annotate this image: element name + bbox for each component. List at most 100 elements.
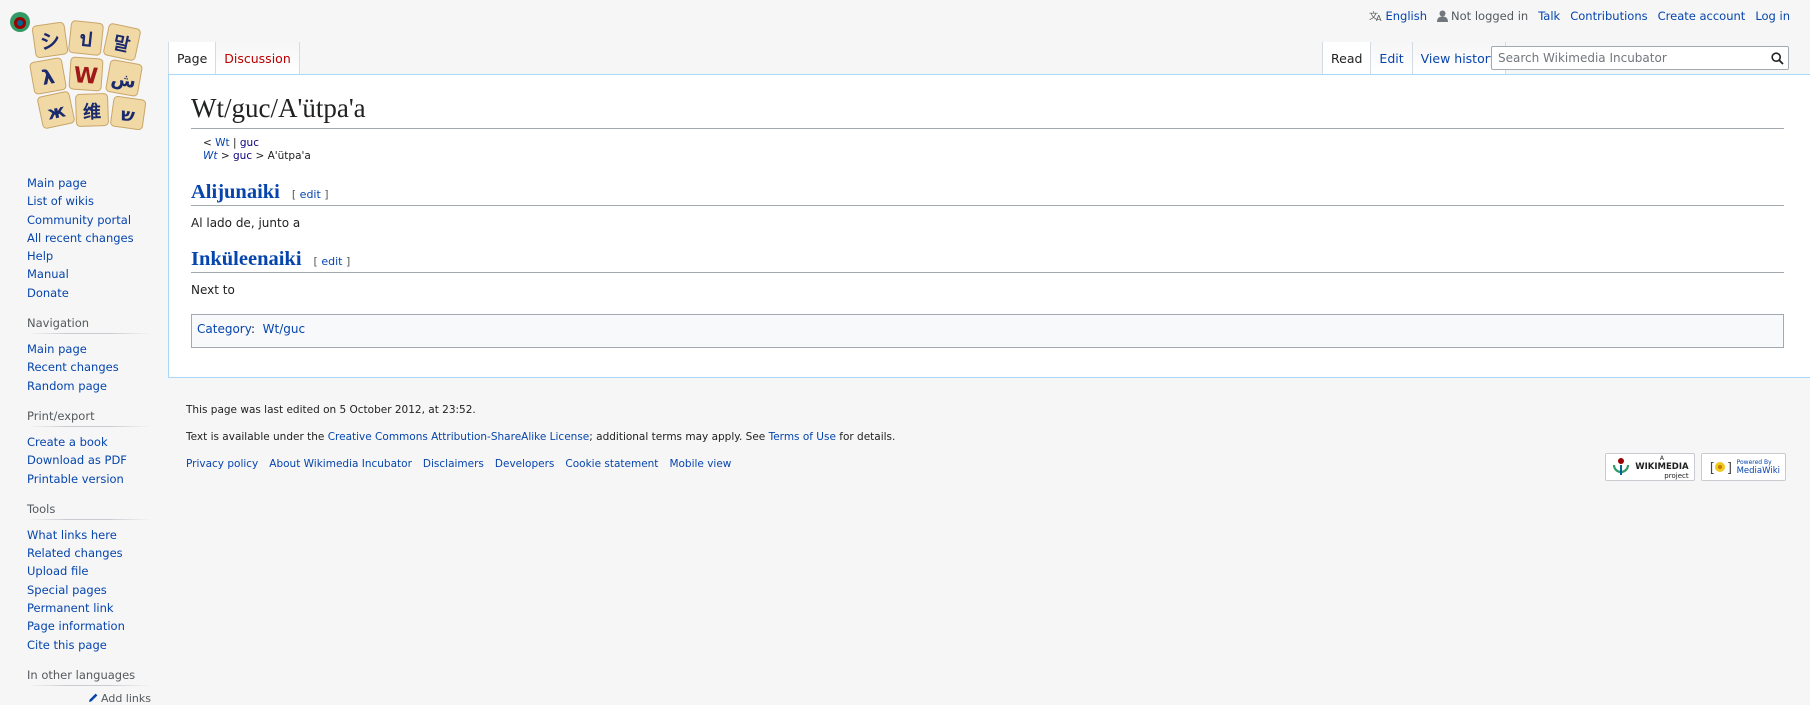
content-area: Wt/guc/A'ütpa'a < Wt | guc Wt > guc > A'… bbox=[168, 74, 1810, 378]
sidebar-item-what-links-here[interactable]: What links here bbox=[27, 528, 117, 542]
mobile-view-link[interactable]: Mobile view bbox=[669, 458, 731, 470]
sidebar-item-printable-version[interactable]: Printable version bbox=[27, 472, 124, 486]
disclaimers-link[interactable]: Disclaimers bbox=[423, 458, 484, 470]
main-nav: Main page List of wikis Community portal… bbox=[27, 174, 151, 302]
sidebar-item-nav-main-page[interactable]: Main page bbox=[27, 342, 87, 356]
breadcrumb-wt-link[interactable]: Wt bbox=[203, 150, 218, 162]
sidebar-item-cite-this-page[interactable]: Cite this page bbox=[27, 638, 107, 652]
sidebar-item-upload-file[interactable]: Upload file bbox=[27, 564, 88, 578]
tab-discussion[interactable]: Discussion bbox=[216, 42, 300, 74]
svg-text:]: ] bbox=[1726, 461, 1733, 476]
sidebar-item-related-changes[interactable]: Related changes bbox=[27, 546, 123, 560]
svg-text:シ: シ bbox=[39, 28, 62, 55]
sidebar-item-donate[interactable]: Donate bbox=[27, 286, 69, 300]
language-selector[interactable]: 文 A English bbox=[1369, 9, 1428, 23]
talk-link[interactable]: Talk bbox=[1538, 9, 1560, 23]
svg-text:A: A bbox=[1376, 14, 1382, 22]
subnav-wt-link[interactable]: Wt bbox=[215, 137, 230, 149]
section-text: Al lado de, junto a bbox=[191, 216, 301, 231]
view-tabs: Read Edit View history bbox=[1322, 42, 1507, 74]
sidebar-item-help[interactable]: Help bbox=[27, 249, 53, 263]
category-label-link[interactable]: Category bbox=[197, 322, 251, 336]
add-links-label: Add links bbox=[101, 691, 151, 705]
svg-text:[: [ bbox=[1708, 461, 1716, 476]
category-wt-guc-link[interactable]: Wt/guc bbox=[263, 322, 305, 336]
badge-mediawiki: MediaWiki bbox=[1736, 466, 1780, 476]
sidebar-item-manual[interactable]: Manual bbox=[27, 267, 69, 281]
section-heading-inkuleenaiki: Inküleenaiki [ edit ] bbox=[191, 248, 1784, 274]
wikimedia-project-badge[interactable]: A WIKIMEDIA project bbox=[1605, 453, 1695, 481]
language-label: English bbox=[1385, 9, 1428, 23]
sidebar-item-special-pages[interactable]: Special pages bbox=[27, 583, 107, 597]
edit-section-link[interactable]: edit bbox=[300, 188, 321, 201]
tab-edit[interactable]: Edit bbox=[1371, 42, 1413, 74]
search-button[interactable] bbox=[1766, 47, 1788, 69]
subnav-lt: < bbox=[203, 137, 212, 150]
section-edit: [ edit ] bbox=[313, 255, 351, 269]
translate-icon: 文 A bbox=[1369, 10, 1382, 22]
create-account-link[interactable]: Create account bbox=[1658, 9, 1746, 23]
sidebar-item-random-page[interactable]: Random page bbox=[27, 379, 107, 393]
sidebar-item-all-recent-changes[interactable]: All recent changes bbox=[27, 231, 134, 245]
log-in-link[interactable]: Log in bbox=[1755, 9, 1790, 23]
cookie-statement-link[interactable]: Cookie statement bbox=[565, 458, 658, 470]
wikimedia-logo-icon bbox=[1613, 458, 1630, 475]
incubator-logo-icon: シ ป 말 λ W ش ж 维 ש bbox=[10, 12, 147, 131]
license-pre: Text is available under the bbox=[186, 431, 328, 443]
section-heading-alijunaiki: Alijunaiki [ edit ] bbox=[191, 181, 1784, 207]
sidebar-item-create-book[interactable]: Create a book bbox=[27, 435, 108, 449]
footer: This page was last edited on 5 October 2… bbox=[186, 404, 895, 470]
page-title: Wt/guc/A'ütpa'a bbox=[191, 91, 1784, 130]
sidebar-item-recent-changes[interactable]: Recent changes bbox=[27, 360, 119, 374]
contributions-link[interactable]: Contributions bbox=[1570, 9, 1647, 23]
developers-link[interactable]: Developers bbox=[495, 458, 554, 470]
namespace-tabs: Page Discussion bbox=[168, 42, 300, 74]
section-title: Inküleenaiki bbox=[191, 248, 302, 271]
badge-wikimedia: WIKIMEDIA bbox=[1635, 461, 1689, 472]
sidebar-item-permanent-link[interactable]: Permanent link bbox=[27, 601, 114, 615]
search-box bbox=[1491, 46, 1789, 70]
sidebar-item-list-of-wikis[interactable]: List of wikis bbox=[27, 194, 94, 208]
section-text: Next to bbox=[191, 283, 235, 298]
sidebar-item-main-page[interactable]: Main page bbox=[27, 176, 87, 190]
subnav-guc-link[interactable]: guc bbox=[240, 137, 259, 149]
sidebar-item-page-information[interactable]: Page information bbox=[27, 619, 125, 633]
mediawiki-logo-icon: [ ] bbox=[1708, 461, 1733, 476]
site-logo[interactable]: シ ป 말 λ W ش ж 维 ש bbox=[8, 10, 148, 131]
terms-of-use-link[interactable]: Terms of Use bbox=[769, 431, 836, 443]
subpage-navigation: < Wt | guc Wt > guc > A'ütpa'a bbox=[203, 137, 1784, 163]
license-mid: ; additional terms may apply. See bbox=[589, 431, 769, 443]
section-edit: [ edit ] bbox=[291, 188, 329, 202]
add-links[interactable]: Add links bbox=[27, 692, 151, 705]
last-edited: This page was last edited on 5 October 2… bbox=[186, 404, 476, 416]
search-icon bbox=[1770, 51, 1784, 65]
sidebar-item-download-pdf[interactable]: Download as PDF bbox=[27, 453, 127, 467]
tools-heading: Tools bbox=[27, 501, 151, 521]
license-link[interactable]: Creative Commons Attribution-ShareAlike … bbox=[328, 431, 590, 443]
pencil-icon bbox=[88, 693, 97, 702]
print-export-heading: Print/export bbox=[27, 408, 151, 428]
about-link[interactable]: About Wikimedia Incubator bbox=[269, 458, 412, 470]
section-title: Alijunaiki bbox=[191, 181, 280, 204]
privacy-policy-link[interactable]: Privacy policy bbox=[186, 458, 258, 470]
user-icon bbox=[1437, 10, 1449, 22]
badge-project: project bbox=[1664, 471, 1689, 480]
powered-by-mediawiki-badge[interactable]: [ ] Powered By MediaWiki bbox=[1700, 453, 1786, 481]
svg-text:W: W bbox=[73, 63, 99, 90]
sidebar-item-community-portal[interactable]: Community portal bbox=[27, 213, 131, 227]
not-logged-in-label: Not logged in bbox=[1451, 9, 1529, 23]
category-colon: : bbox=[250, 322, 255, 337]
license-text: Text is available under the Creative Com… bbox=[186, 431, 895, 443]
personal-tools: 文 A English Not logged in Talk Contribut… bbox=[1369, 9, 1791, 23]
search-input[interactable] bbox=[1492, 47, 1766, 69]
svg-text:ش: ش bbox=[110, 68, 138, 93]
tab-read[interactable]: Read bbox=[1322, 42, 1372, 74]
edit-section-link[interactable]: edit bbox=[321, 255, 342, 268]
footer-icons: A WIKIMEDIA project [ ] Powered By Media… bbox=[1605, 453, 1786, 481]
tools-list: What links here Related changes Upload f… bbox=[27, 526, 151, 654]
print-export-list: Create a book Download as PDF Printable … bbox=[27, 433, 151, 488]
languages-heading: In other languages bbox=[27, 667, 151, 687]
navigation-list: Main page Recent changes Random page bbox=[27, 340, 151, 395]
tab-page[interactable]: Page bbox=[168, 42, 217, 74]
breadcrumb-guc-link[interactable]: guc bbox=[233, 150, 252, 162]
